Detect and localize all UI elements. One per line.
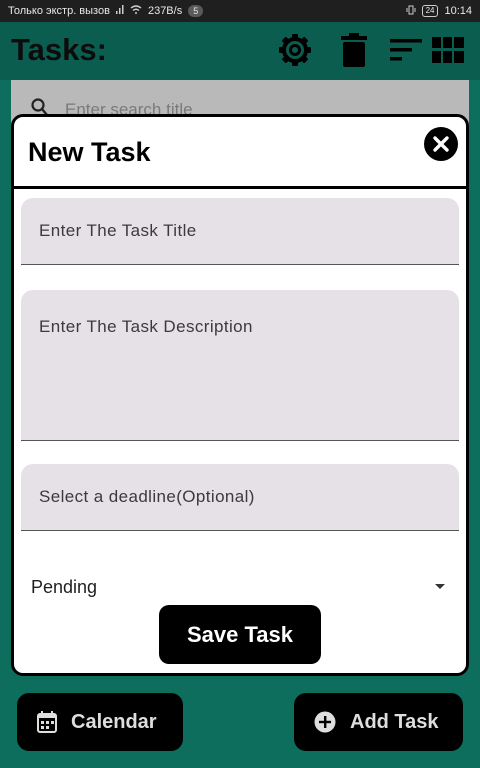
calendar-icon xyxy=(37,711,57,733)
save-task-button[interactable]: Save Task xyxy=(159,605,321,664)
carrier-text: Только экстр. вызов xyxy=(8,5,110,17)
status-selected-value: Pending xyxy=(31,577,98,597)
task-description-field[interactable]: Enter The Task Description xyxy=(21,290,459,441)
sort-icon[interactable] xyxy=(386,30,426,70)
calendar-button-label: Calendar xyxy=(71,710,157,733)
status-dropdown[interactable]: Pending xyxy=(21,569,459,609)
add-circle-icon xyxy=(314,711,336,733)
task-title-label: Enter The Task Title xyxy=(39,221,197,240)
dialog-header: New Task xyxy=(14,117,466,189)
signal-icon xyxy=(115,5,124,17)
add-task-button-label: Add Task xyxy=(350,710,439,733)
task-title-field[interactable]: Enter The Task Title xyxy=(21,198,459,265)
page-title: Tasks: xyxy=(11,32,107,67)
calendar-button[interactable]: Calendar xyxy=(17,693,183,751)
wifi-icon xyxy=(130,5,142,17)
app-bar: Tasks: xyxy=(0,22,480,80)
new-task-dialog: New Task Enter The Task Title Enter The … xyxy=(11,114,469,676)
gear-icon[interactable] xyxy=(275,30,315,70)
trash-icon[interactable] xyxy=(334,30,374,70)
close-icon xyxy=(433,136,449,152)
task-description-label: Enter The Task Description xyxy=(39,317,253,336)
clock: 10:14 xyxy=(444,5,472,17)
status-bar: Только экстр. вызов 237B/s 5 24 10:14 xyxy=(0,0,480,22)
deadline-label: Select a deadline(Optional) xyxy=(39,487,255,506)
notification-count-badge: 5 xyxy=(188,5,204,17)
add-task-button[interactable]: Add Task xyxy=(294,693,463,751)
deadline-field[interactable]: Select a deadline(Optional) xyxy=(21,464,459,531)
dropdown-arrow-icon xyxy=(435,584,445,589)
dialog-title: New Task xyxy=(28,137,151,167)
close-button[interactable] xyxy=(424,127,458,161)
grid-icon[interactable] xyxy=(428,30,468,70)
vibrate-icon xyxy=(406,5,416,18)
net-speed: 237B/s xyxy=(147,5,183,17)
battery-level: 24 xyxy=(421,5,439,17)
